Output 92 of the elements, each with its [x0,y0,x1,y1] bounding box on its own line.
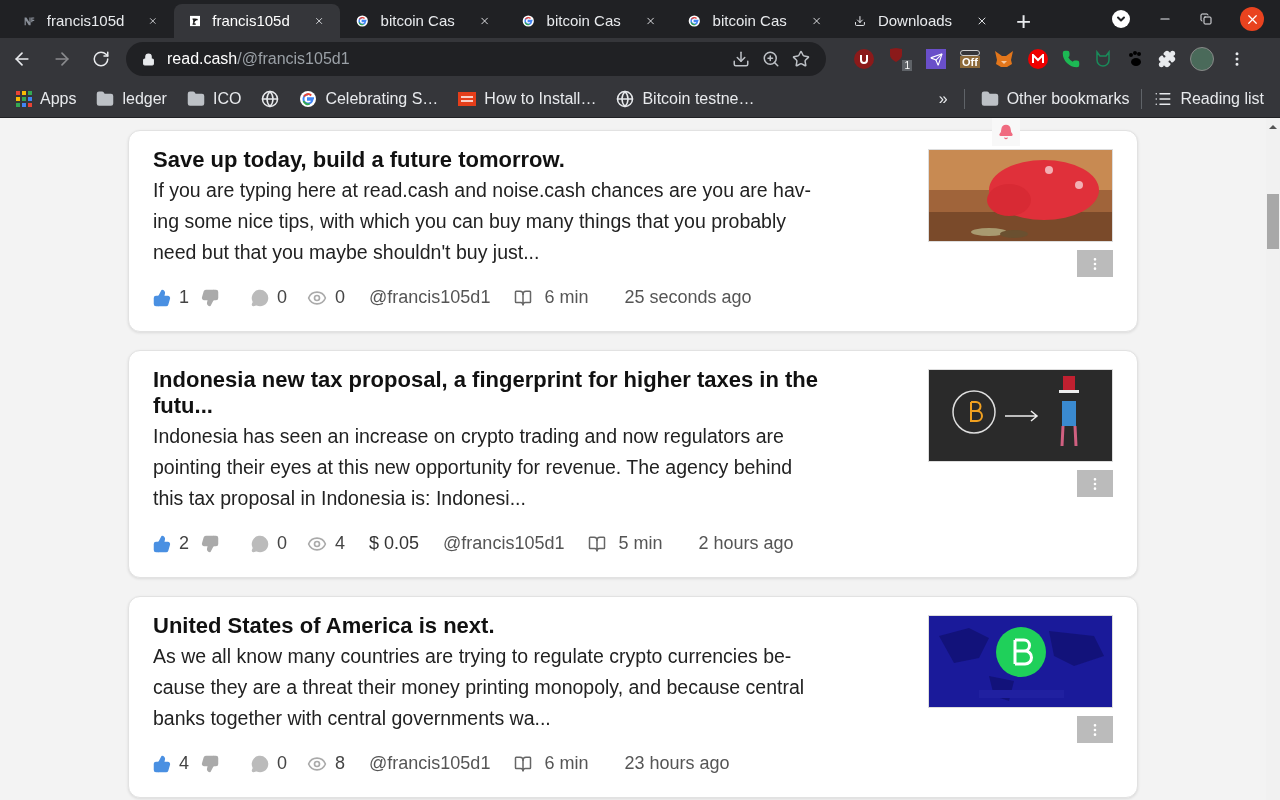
comment-count: 0 [277,532,288,555]
phone-icon[interactable] [1062,50,1080,68]
post-age: 2 hours ago [698,532,794,555]
scrollbar-thumb[interactable] [1267,194,1279,249]
bookmark[interactable]: Apps [16,86,77,111]
apps-icon [16,90,32,107]
bookmark[interactable]: How to Install… [458,86,597,111]
read-time-icon [514,288,533,307]
google-icon [522,12,535,30]
google-icon [356,12,369,30]
browser-tab[interactable]: francis105d [174,4,340,38]
m-icon[interactable] [1028,49,1048,69]
folder-icon [96,89,115,108]
cat-icon[interactable] [1094,50,1112,68]
url-text: read.cash/@francis105d1 [167,49,350,69]
notification-bell[interactable] [992,118,1020,146]
read-time-icon [514,754,533,773]
other-bookmarks[interactable]: Other bookmarks [980,86,1130,111]
logo-icon [190,13,201,29]
author-link[interactable]: @francis105d1 [369,284,491,311]
bookmark[interactable] [261,89,280,108]
browser-tab[interactable]: francis105d [8,4,174,38]
bookmark[interactable]: Bitcoin testne… [616,86,755,111]
reload-icon[interactable] [92,50,110,68]
article-title[interactable]: United States of America is next. [153,613,928,639]
like-count: 2 [179,532,189,555]
comment-count: 0 [277,752,288,775]
author-link[interactable]: @francis105d1 [369,750,491,777]
shield-icon [888,47,904,63]
site-icon [458,91,477,106]
install-icon[interactable] [732,50,750,68]
reading-list[interactable]: Reading list [1154,86,1264,111]
article-excerpt: Indonesia has seen an increase on crypto trading and now regulators are pointing their eyes at this new opportunity for revenue. The agency behind this tax proposal in Indonesia is: Indonesi... [153,424,794,511]
google-icon [688,12,701,30]
extensions-icon[interactable] [1158,50,1176,68]
view-count: 4 [335,532,346,555]
read-time: 6 min [544,286,589,309]
article-excerpt: As we all know many countries are trying to regulate crypto currencies be- cause they are a threat their money printing monopoly, and because central banks together with central governments wa... [153,644,806,731]
like-icon[interactable] [153,534,171,553]
tab-title: francis105d [46,10,125,31]
folder-icon [980,89,999,108]
tab-title: francis105d [212,10,290,31]
globe-icon [261,89,280,108]
more-bookmarks-button[interactable]: » [938,86,948,111]
avatar[interactable] [1190,47,1214,71]
article-excerpt: If you are typing here at read.cash and noise.cash chances are you are hav- ing some nice tips, with which you can buy many things that you probably need but that you maybe shouldn't buy just... [153,178,812,265]
bookmark[interactable]: Celebrating S… [299,86,439,111]
shield-icon[interactable]: 1 [888,47,912,71]
tab-title: bitcoin Cas [712,10,787,31]
comment-count: 0 [277,286,288,309]
fox-icon[interactable] [994,50,1014,68]
author-link[interactable]: @francis105d1 [443,530,565,557]
tab-search-icon[interactable] [1112,10,1130,28]
bell-icon [998,124,1014,140]
new-tab-button[interactable]: + [1004,4,1044,38]
view-count: 8 [335,752,346,775]
bookmark[interactable]: ICO [186,86,242,111]
tab-title: bitcoin Cas [380,10,455,31]
bookmark[interactable]: ledger [96,86,167,111]
tab-title: bitcoin Cas [546,10,621,31]
zoom-icon[interactable] [762,50,780,68]
like-count: 4 [179,752,189,775]
read-time-icon [588,534,607,553]
address-bar[interactable]: read.cash/@francis105d1 [126,42,826,76]
bookmark-star-icon[interactable] [792,50,810,68]
lock-icon [142,52,155,66]
like-count: 1 [179,286,189,309]
like-icon[interactable] [153,754,171,773]
article-title[interactable]: Save up today, build a future tomorrow. [153,147,928,173]
post-age: 25 seconds ago [624,286,752,309]
browser-tab[interactable]: bitcoin Cas [672,4,838,38]
tab-title: Downloads [877,10,953,31]
earnings: $ 0.05 [369,532,420,555]
view-count: 0 [335,286,346,309]
read-time: 5 min [618,532,663,555]
paper-plane-icon[interactable] [926,49,946,69]
extension-badge: 1 [902,60,912,71]
browser-tab[interactable]: Downloads [838,4,1004,38]
download-icon [854,13,866,29]
article-title[interactable]: Indonesia new tax proposal, a fingerprint for higher taxes in the futu... [153,367,928,419]
browser-tab[interactable]: bitcoin Cas [340,4,506,38]
post-age: 23 hours ago [624,752,730,775]
close-window-icon[interactable] [1240,7,1264,31]
like-icon[interactable] [153,288,171,307]
scroll-up-icon[interactable] [1269,124,1277,129]
folder-icon [186,89,205,108]
restore-icon[interactable] [1200,13,1212,25]
read-time: 6 min [544,752,589,775]
google-icon [299,89,318,108]
browser-tab[interactable]: bitcoin Cas [506,4,672,38]
globe-icon [616,89,635,108]
shield-icon[interactable] [854,49,874,69]
